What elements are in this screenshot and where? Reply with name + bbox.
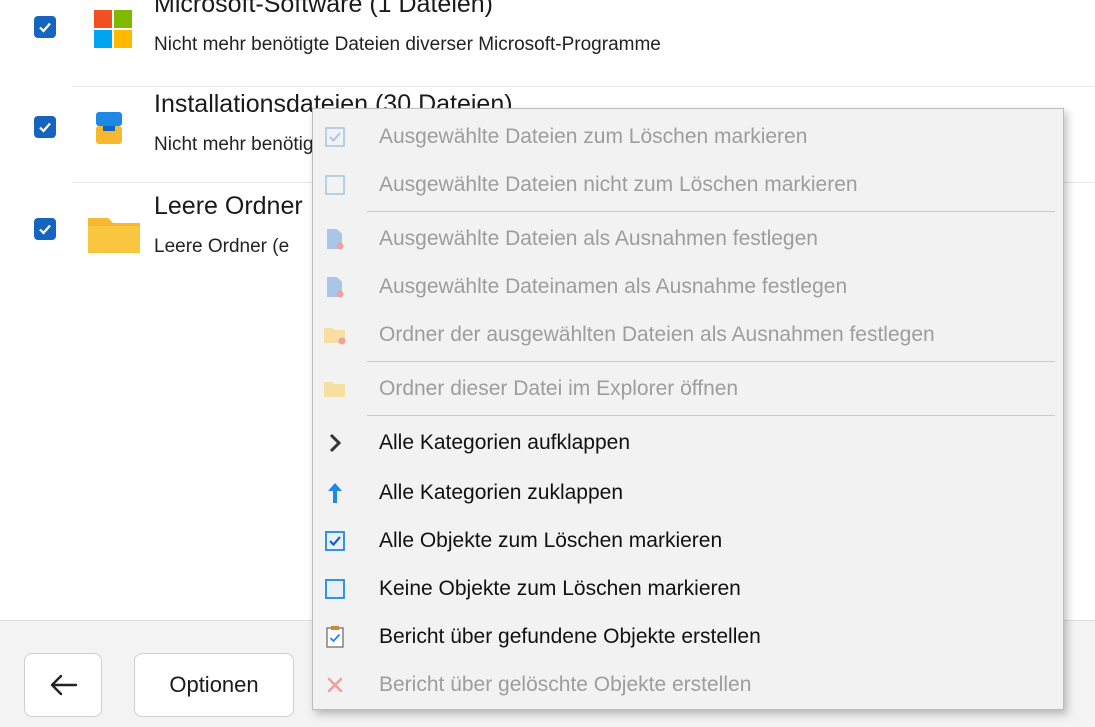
options-button-label: Optionen	[169, 672, 259, 697]
menu-item-label: Ordner dieser Datei im Explorer öffnen	[379, 377, 739, 400]
menu-item-label: Bericht über gelöschte Objekte erstellen	[379, 673, 752, 696]
checkbox-checked-icon	[323, 125, 347, 149]
arrow-up-icon	[323, 481, 347, 505]
menu-item-label: Keine Objekte zum Löschen markieren	[379, 577, 741, 600]
options-button[interactable]: Optionen	[134, 653, 294, 717]
checkbox-empty-icon	[323, 173, 347, 197]
file-exception-icon	[323, 227, 347, 251]
list-item-title: Microsoft-Software (1 Dateien)	[154, 0, 494, 18]
installer-icon	[86, 102, 142, 158]
checkbox-checked[interactable]	[34, 16, 56, 38]
menu-item-label: Ordner der ausgewählten Dateien als Ausn…	[379, 323, 935, 346]
menu-item-filenames-as-exception[interactable]: Ausgewählte Dateinamen als Ausnahme fest…	[313, 265, 1063, 309]
menu-item-files-as-exceptions[interactable]: Ausgewählte Dateien als Ausnahmen festle…	[313, 217, 1063, 261]
menu-item-folders-as-exceptions[interactable]: Ordner der ausgewählten Dateien als Ausn…	[313, 313, 1063, 357]
filename-exception-icon	[323, 275, 347, 299]
menu-item-mark-all[interactable]: Alle Objekte zum Löschen markieren	[313, 519, 1063, 563]
folder-icon	[86, 204, 142, 260]
menu-item-label: Ausgewählte Dateinamen als Ausnahme fest…	[379, 275, 848, 298]
menu-item-report-found[interactable]: Bericht über gefundene Objekte erstellen	[313, 615, 1063, 659]
checkbox-checked[interactable]	[34, 116, 56, 138]
list-item-title: Leere Ordner	[154, 192, 303, 220]
folder-icon	[323, 377, 347, 401]
menu-item-label: Alle Kategorien aufklappen	[379, 431, 631, 454]
checkmark-icon	[39, 22, 51, 33]
list-item-description: Leere Ordner (e	[154, 236, 290, 257]
checkmark-icon	[39, 122, 51, 133]
menu-item-mark-none[interactable]: Keine Objekte zum Löschen markieren	[313, 567, 1063, 611]
menu-item-mark-selected[interactable]: Ausgewählte Dateien zum Löschen markiere…	[313, 115, 1063, 159]
clipboard-report-icon	[323, 625, 347, 649]
list-item-microsoft-software[interactable]: Microsoft-Software (1 Dateien) Nicht meh…	[0, 0, 1095, 80]
checkbox-checked[interactable]	[34, 218, 56, 240]
menu-separator	[367, 211, 1055, 212]
windows-logo-icon	[86, 2, 142, 58]
checkbox-empty-icon	[323, 577, 347, 601]
x-icon	[323, 673, 347, 697]
menu-item-label: Bericht über gefundene Objekte erstellen	[379, 625, 761, 648]
menu-item-expand-all[interactable]: Alle Kategorien aufklappen	[313, 421, 1063, 465]
back-button[interactable]	[24, 653, 102, 717]
folder-exception-icon	[323, 323, 347, 347]
menu-item-open-in-explorer[interactable]: Ordner dieser Datei im Explorer öffnen	[313, 367, 1063, 411]
arrow-left-icon	[50, 674, 78, 696]
menu-separator	[367, 361, 1055, 362]
menu-item-label: Ausgewählte Dateien nicht zum Löschen ma…	[379, 173, 858, 196]
checkbox-checked-icon	[323, 529, 347, 553]
list-item-description: Nicht mehr benötigte Dateien diverser Mi…	[154, 34, 661, 55]
menu-item-label: Ausgewählte Dateien zum Löschen markiere…	[379, 125, 808, 148]
menu-separator	[367, 415, 1055, 416]
menu-item-report-deleted[interactable]: Bericht über gelöschte Objekte erstellen	[313, 663, 1063, 707]
checkmark-icon	[39, 224, 51, 235]
menu-item-unmark-selected[interactable]: Ausgewählte Dateien nicht zum Löschen ma…	[313, 163, 1063, 207]
menu-item-label: Alle Objekte zum Löschen markieren	[379, 529, 723, 552]
menu-item-label: Ausgewählte Dateien als Ausnahmen festle…	[379, 227, 818, 250]
chevron-right-icon	[323, 431, 347, 455]
menu-item-label: Alle Kategorien zuklappen	[379, 481, 624, 504]
menu-item-collapse-all[interactable]: Alle Kategorien zuklappen	[313, 471, 1063, 515]
list-divider	[72, 86, 1095, 87]
context-menu: Ausgewählte Dateien zum Löschen markiere…	[312, 108, 1064, 710]
